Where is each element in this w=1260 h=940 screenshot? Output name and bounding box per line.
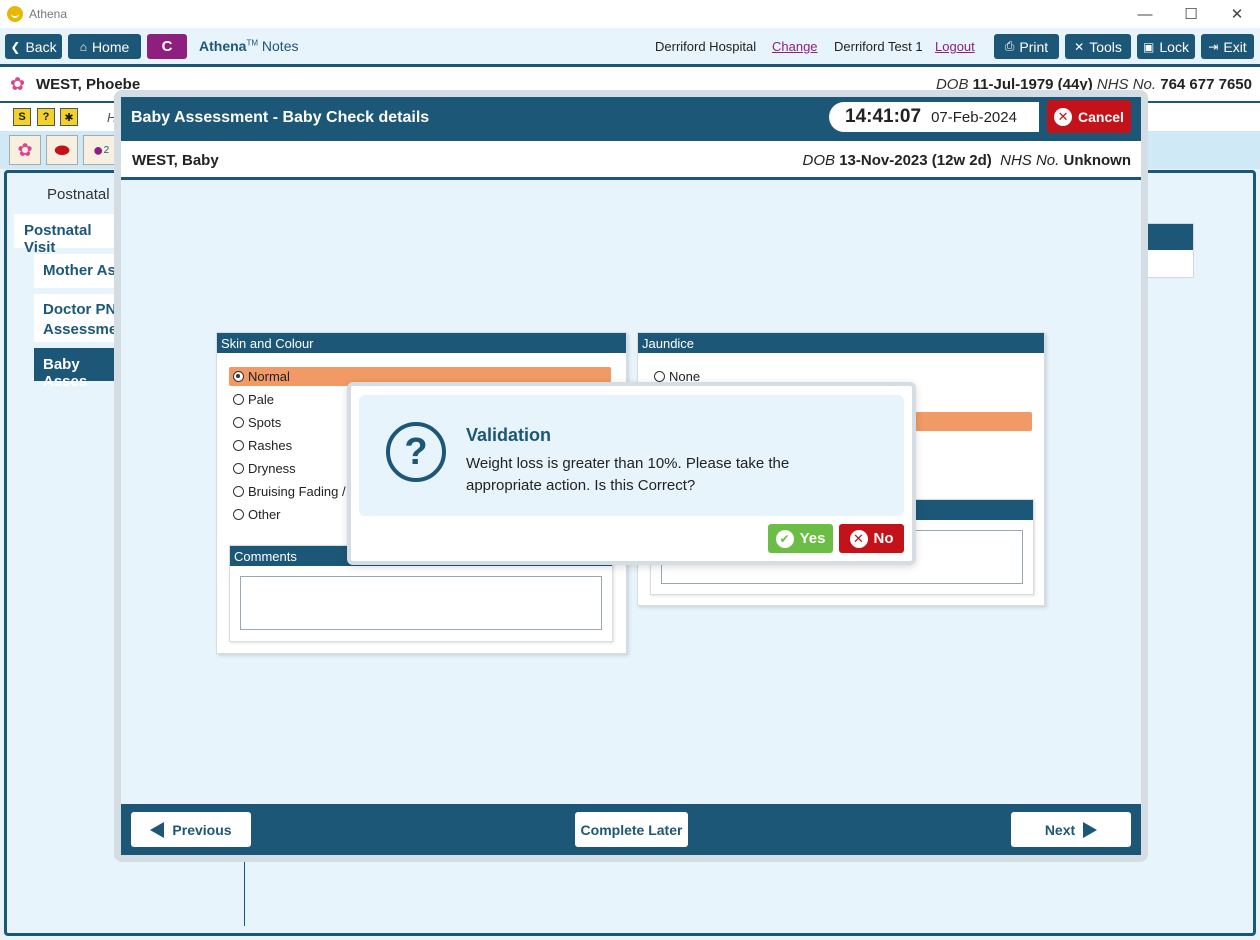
cancel-x-icon: ✕ [1054,107,1073,126]
radio-jaundice-none[interactable] [654,371,665,382]
minimize-button[interactable]: — [1122,0,1168,28]
lock-button[interactable]: ▣ Lock [1137,34,1195,59]
skin-colour-header: Skin and Colour [217,333,626,353]
settings-icon[interactable]: ✱ [60,108,78,126]
cancel-button[interactable]: ✕ Cancel [1047,100,1131,133]
radio-rashes[interactable] [233,440,244,451]
logout-link[interactable]: Logout [935,39,975,54]
timestamp: 14:41:07 07-Feb-2024 [829,102,1039,132]
background-line [244,856,245,926]
option-dryness-label: Dryness [248,461,296,476]
user-name: Derriford Test 1 [834,39,923,54]
validation-title: Validation [466,425,552,445]
patient-nhs: 764 677 7650 [1160,76,1252,93]
medication-icon[interactable]: ⬬ [46,135,78,165]
validation-message: Weight loss is greater than 10%. Please … [466,455,790,494]
arrow-left-icon [150,821,165,838]
lock-icon: ▣ [1143,39,1155,54]
home-button[interactable]: ⌂ Home [68,34,141,59]
hospital-name: Derriford Hospital [655,39,757,54]
next-button[interactable]: Next [1011,812,1131,847]
time-value: 14:41:07 [845,106,922,127]
maximize-button[interactable]: ☐ [1168,0,1214,28]
postnatal-title: Postnatal C [47,186,125,203]
exit-label: Exit [1223,38,1247,55]
top-navigation: ❮ Back ⌂ Home C AthenaTM Notes Derriford… [0,28,1260,65]
baby-banner: WEST, Baby DOB 13-Nov-2023 (12w 2d) NHS … [121,141,1141,180]
athena-logo-icon [7,6,23,22]
change-hospital-link[interactable]: Change [772,39,818,54]
c-button[interactable]: C [147,34,187,59]
radio-normal[interactable] [233,371,244,382]
window-title: Athena [29,7,68,21]
window-controls: — ☐ ✕ [1122,0,1260,28]
home-icon: ⌂ [79,39,87,54]
chevron-left-icon: ❮ [10,39,21,54]
tools-icon: ✕ [1074,39,1085,54]
radio-dryness[interactable] [233,463,244,474]
option-pale-label: Pale [248,392,275,407]
radio-bruising[interactable] [233,486,244,497]
modal-footer: Previous Complete Later Next [121,804,1141,855]
modal-header: Baby Assessment - Baby Check details 14:… [121,97,1141,141]
lock-label: Lock [1159,38,1189,55]
jaundice-header: Jaundice [638,333,1044,353]
question-icon: ? [386,422,446,482]
next-label: Next [1044,821,1076,838]
print-button[interactable]: ⎙ Print [994,34,1059,59]
alert-s-icon[interactable]: S [13,108,31,126]
back-label: Back [25,38,57,55]
date-value: 07-Feb-2024 [931,108,1017,126]
baby-nhs: Unknown [1063,152,1132,169]
printer-icon: ⎙ [1004,39,1015,53]
modal-title: Baby Assessment - Baby Check details [131,109,430,126]
option-bruising-label: Bruising Fading / I [248,484,353,499]
complete-later-button[interactable]: Complete Later [575,812,688,847]
baby-dob: 13-Nov-2023 (12w 2d) [839,152,992,169]
brand-name: Athena [199,38,247,54]
tools-button[interactable]: ✕ Tools [1065,34,1131,59]
no-button[interactable]: ✕ No [839,524,904,553]
exit-button[interactable]: ⇥ Exit [1201,34,1254,59]
yes-button[interactable]: ✔ Yes [768,524,833,553]
baby-name: WEST, Baby [132,152,219,169]
cancel-label: Cancel [1078,108,1124,125]
option-normal-label: Normal [248,369,290,384]
option-other-label: Other [248,507,281,522]
exit-icon: ⇥ [1208,39,1219,54]
close-window-button[interactable]: ✕ [1214,0,1260,28]
brand-label: AthenaTM Notes [199,38,298,54]
radio-pale[interactable] [233,394,244,405]
brand-tm: TM [246,38,259,48]
radio-spots[interactable] [233,417,244,428]
window-titlebar: Athena — ☐ ✕ [0,0,1260,28]
no-label: No [873,530,894,547]
help-icon[interactable]: ? [37,108,55,126]
arrow-right-icon [1083,821,1098,838]
option-spots-label: Spots [248,415,282,430]
tools-label: Tools [1089,38,1122,55]
yes-label: Yes [799,530,826,547]
validation-dialog: ? Validation Weight loss is greater than… [347,382,916,565]
option-rashes-label: Rashes [248,438,293,453]
no-x-icon: ✕ [849,529,868,548]
radio-other[interactable] [233,509,244,520]
baby-dob-label: DOB [802,152,836,169]
previous-button[interactable]: Previous [131,812,251,847]
check-icon: ✔ [775,529,794,548]
baby-count-badge: 2 [103,144,110,156]
skin-comments-input[interactable] [240,576,602,630]
print-label: Print [1019,38,1049,55]
validation-content: ? Validation Weight loss is greater than… [359,395,904,516]
back-button[interactable]: ❮ Back [5,34,62,59]
flower-icon: ✿ [10,74,26,94]
maternity-flower-icon[interactable]: ✿ [9,135,41,165]
brand-suffix: Notes [258,38,299,54]
baby-details: DOB 13-Nov-2023 (12w 2d) NHS No. Unknown [803,152,1131,169]
baby-nhs-label: NHS No. [1000,152,1060,169]
previous-label: Previous [172,821,232,838]
home-label: Home [91,38,130,55]
